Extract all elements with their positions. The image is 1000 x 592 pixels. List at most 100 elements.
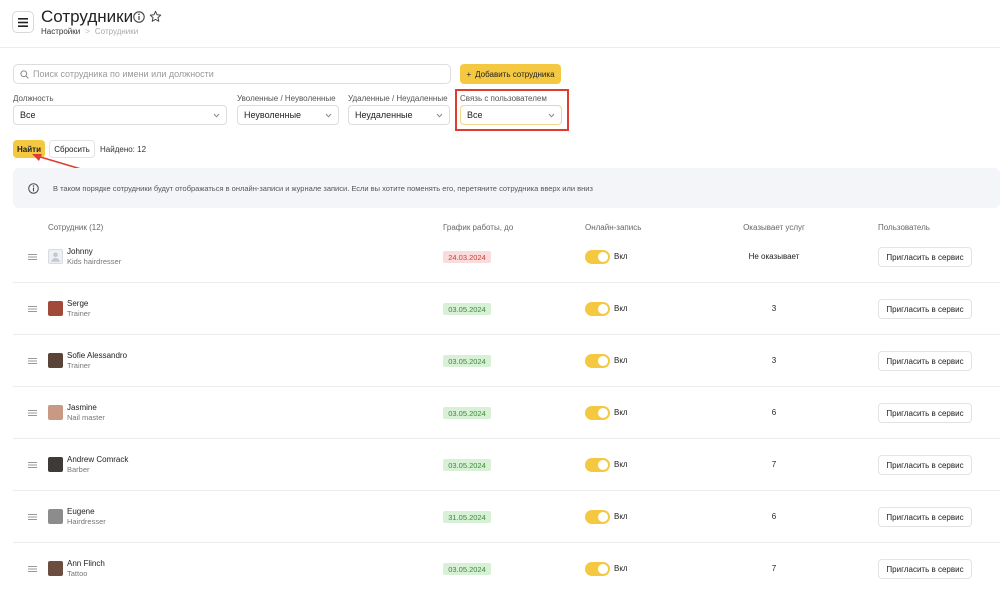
annotation-highlight-box: [455, 89, 569, 131]
column-header-employee: Сотрудник (12): [48, 223, 104, 232]
avatar: [48, 457, 63, 472]
header-divider: [0, 47, 1000, 48]
breadcrumb: Настройки > Сотрудники: [41, 27, 138, 36]
services-count: 6: [771, 408, 777, 417]
avatar: [48, 405, 63, 420]
online-booking-label: Вкл: [614, 512, 628, 521]
info-icon: [28, 182, 39, 194]
select-fired[interactable]: Неуволенные: [237, 105, 339, 125]
employee-role: Trainer: [67, 361, 91, 370]
info-icon[interactable]: [133, 11, 145, 23]
breadcrumb-parent[interactable]: Настройки: [41, 27, 80, 36]
select-position[interactable]: Все: [13, 105, 227, 125]
search-icon: [20, 69, 29, 79]
employee-name[interactable]: Johnny: [67, 247, 93, 256]
online-booking-label: Вкл: [614, 564, 628, 573]
filter-label-deleted: Удаленные / Неудаленные: [348, 94, 448, 103]
add-employee-button[interactable]: + Добавить сотрудника: [460, 64, 561, 84]
order-notice: В таком порядке сотрудники будут отображ…: [13, 168, 1000, 208]
employee-name[interactable]: Andrew Comrack: [67, 455, 128, 464]
online-booking-toggle[interactable]: [585, 406, 610, 420]
drag-handle-icon[interactable]: [28, 566, 37, 572]
table-row[interactable]: Johnny Kids hairdresser 24.03.2024 Вкл Не ок…: [13, 232, 1000, 283]
add-employee-label: Добавить сотрудника: [475, 69, 555, 79]
invite-to-service-button[interactable]: Пригласить в сервис: [878, 559, 972, 579]
invite-to-service-button[interactable]: Пригласить в сервис: [878, 351, 972, 371]
avatar: [48, 301, 63, 316]
employee-role: Trainer: [67, 309, 91, 318]
table-row[interactable]: Serge Trainer 03.05.2024 Вкл 3 Пригласить в с…: [13, 284, 1000, 335]
services-count: 3: [771, 356, 777, 365]
online-booking-label: Вкл: [614, 460, 628, 469]
employee-role: Barber: [67, 465, 90, 474]
online-booking-label: Вкл: [614, 356, 628, 365]
services-count: 6: [771, 512, 777, 521]
schedule-date-badge: 03.05.2024: [443, 407, 491, 419]
breadcrumb-separator: >: [85, 27, 90, 36]
services-count: 7: [771, 460, 777, 469]
services-count: 3: [771, 304, 777, 313]
table-row[interactable]: Ann Flinch Tattoo 03.05.2024 Вкл 7 Пригласить…: [13, 544, 1000, 592]
drag-handle-icon[interactable]: [28, 254, 37, 260]
employee-role: Nail master: [67, 413, 105, 422]
drag-handle-icon[interactable]: [28, 410, 37, 416]
invite-to-service-button[interactable]: Пригласить в сервис: [878, 455, 972, 475]
column-header-schedule: График работы, до: [443, 223, 514, 232]
drag-handle-icon[interactable]: [28, 358, 37, 364]
online-booking-label: Вкл: [614, 304, 628, 313]
schedule-date-badge: 31.05.2024: [443, 511, 491, 523]
drag-handle-icon[interactable]: [28, 462, 37, 468]
chevron-down-icon: [436, 113, 443, 118]
online-booking-toggle[interactable]: [585, 302, 610, 316]
page-title: Сотрудники: [41, 7, 134, 26]
employee-name[interactable]: Serge: [67, 299, 88, 308]
table-row[interactable]: Andrew Comrack Barber 03.05.2024 Вкл 7 Пригла…: [13, 440, 1000, 491]
employee-role: Hairdresser: [67, 517, 106, 526]
avatar: [48, 509, 63, 524]
drag-handle-icon[interactable]: [28, 306, 37, 312]
invite-to-service-button[interactable]: Пригласить в сервис: [878, 507, 972, 527]
star-icon[interactable]: [149, 10, 162, 23]
employee-role: Kids hairdresser: [67, 257, 122, 266]
schedule-date-badge: 03.05.2024: [443, 563, 491, 575]
menu-button[interactable]: [12, 11, 34, 33]
online-booking-toggle[interactable]: [585, 354, 610, 368]
invite-to-service-button[interactable]: Пригласить в сервис: [878, 299, 972, 319]
drag-handle-icon[interactable]: [28, 514, 37, 520]
online-booking-toggle[interactable]: [585, 250, 610, 264]
invite-to-service-button[interactable]: Пригласить в сервис: [878, 403, 972, 423]
column-header-online: Онлайн-запись: [585, 223, 642, 232]
employee-role: Tattoo: [67, 569, 88, 578]
schedule-date-badge: 03.05.2024: [443, 459, 491, 471]
invite-to-service-button[interactable]: Пригласить в сервис: [878, 247, 972, 267]
avatar: [48, 353, 63, 368]
chevron-down-icon: [213, 113, 220, 118]
column-header-user: Пользователь: [878, 223, 930, 232]
search-box[interactable]: [13, 64, 451, 84]
select-value: Все: [20, 110, 36, 120]
select-value: Неудаленные: [355, 110, 413, 120]
filter-label-position: Должность: [13, 94, 54, 103]
online-booking-toggle[interactable]: [585, 510, 610, 524]
employee-name[interactable]: Sofie Alessandro: [67, 351, 127, 360]
table-row[interactable]: Sofie Alessandro Trainer 03.05.2024 Вкл 3 При…: [13, 336, 1000, 387]
select-deleted[interactable]: Неудаленные: [348, 105, 450, 125]
schedule-date-badge: 24.03.2024: [443, 251, 491, 263]
online-booking-toggle[interactable]: [585, 562, 610, 576]
column-header-services: Оказывает услуг: [743, 223, 805, 232]
employee-name[interactable]: Jasmine: [67, 403, 97, 412]
search-input[interactable]: [33, 69, 433, 79]
avatar-placeholder-icon: [48, 249, 63, 264]
breadcrumb-current: Сотрудники: [94, 27, 139, 36]
menu-icon: [18, 17, 28, 27]
table-row[interactable]: Eugene Hairdresser 31.05.2024 Вкл 6 Пригласит…: [13, 492, 1000, 543]
employee-name[interactable]: Ann Flinch: [67, 559, 105, 568]
services-count: Не оказывает: [748, 252, 800, 261]
table-row[interactable]: Jasmine Nail master 03.05.2024 Вкл 6 Пригласи…: [13, 388, 1000, 439]
online-booking-toggle[interactable]: [585, 458, 610, 472]
schedule-date-badge: 03.05.2024: [443, 303, 491, 315]
notice-text: В таком порядке сотрудники будут отображ…: [53, 183, 593, 193]
employee-name[interactable]: Eugene: [67, 507, 95, 516]
plus-icon: +: [466, 69, 472, 79]
filter-label-fired: Уволенные / Неуволенные: [237, 94, 336, 103]
